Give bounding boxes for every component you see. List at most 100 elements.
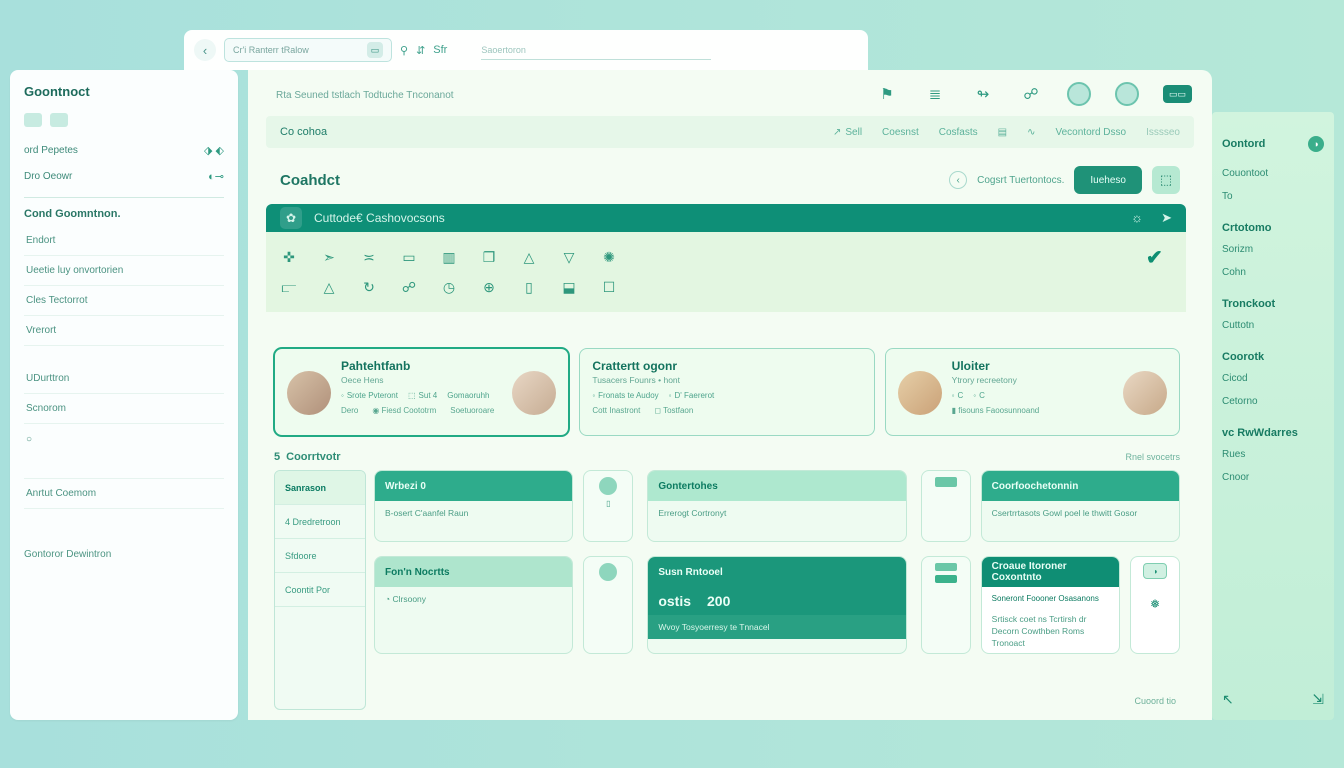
sparkle-icon[interactable]: ✺ (600, 248, 618, 266)
left-panel: Goontnoct ord Pepetes ⬗ ⬖ Dro Oeowr ◐⊸ C… (10, 70, 238, 720)
left-list-item[interactable]: Cles Tectorrot (24, 286, 224, 316)
side-tile[interactable]: ◑ ❅ (1130, 556, 1180, 654)
left-nav-item[interactable]: Dro Oeowr ◐⊸ (24, 163, 224, 189)
primary-button[interactable]: Iueheso (1074, 166, 1142, 194)
mini-nav-item[interactable]: Sfdoore (275, 539, 365, 573)
left-list-item[interactable]: Vrerort (24, 316, 224, 346)
refresh-icon[interactable]: ↻ (360, 278, 378, 296)
prev-button[interactable]: ‹ (949, 171, 967, 189)
left-nav-item[interactable]: ord Pepetes ⬗ ⬖ (24, 137, 224, 163)
section-link[interactable]: Rnel svocetrs (1125, 452, 1180, 462)
rail-item[interactable]: Cnoor (1222, 466, 1324, 489)
side-tile[interactable] (921, 470, 971, 542)
left-list-item[interactable]: Ueetie luy onvortorien (24, 256, 224, 286)
mini-nav-item[interactable]: Coontit Por (275, 573, 365, 607)
rail-pin-icon[interactable]: ⇲ (1312, 691, 1324, 708)
secondary-icon-button[interactable]: ⬚ (1152, 166, 1180, 194)
toolbar-chip[interactable]: Sfr (433, 44, 447, 56)
card-name: Pahtehtfanb (341, 359, 502, 373)
copy-icon[interactable]: ❐ (480, 248, 498, 266)
back-button[interactable]: ‹ (194, 39, 216, 61)
profile-card[interactable]: Uloiter Ytrory recreetony ◦ C ◦ C ▮ fiso… (885, 348, 1180, 436)
people-icon[interactable]: ☍ (400, 278, 418, 296)
card-icon[interactable]: ▭ (400, 248, 418, 266)
warning-icon[interactable]: △ (320, 278, 338, 296)
tile[interactable]: Wrbezi 0 B-osert C'aanfel Raun (374, 470, 573, 542)
ribbon-action-send-icon[interactable]: ➤ (1161, 210, 1172, 226)
tile[interactable]: Susn Rntooel ostis200 Wvoy Tosyoerresy t… (647, 556, 906, 654)
side-tile[interactable] (583, 556, 633, 654)
rail-item[interactable]: Couontoot (1222, 162, 1324, 185)
rail-title-icon[interactable]: ◑ (1308, 136, 1324, 152)
filter-icon[interactable]: ≍ (360, 248, 378, 266)
rail-item[interactable]: Cicod (1222, 367, 1324, 390)
card-foot: Soetuoroare (450, 406, 494, 415)
list-icon[interactable]: ≣ (923, 82, 947, 106)
tile-header: Gontertohes (648, 471, 905, 501)
context-action[interactable]: Cosfasts (939, 127, 978, 138)
bell-icon[interactable]: △ (520, 248, 538, 266)
badge[interactable]: ▭▭ (1163, 85, 1192, 103)
cart-icon[interactable]: ☐ (600, 278, 618, 296)
tile[interactable]: Fon'n Nocrtts ◔ Clrsoony (374, 556, 573, 654)
tile[interactable]: Coorfoochetonnin Csertrrtasots Gowl poel… (981, 470, 1180, 542)
avatar-1[interactable] (1067, 82, 1091, 106)
send-icon[interactable]: ➣ (320, 248, 338, 266)
column-icon[interactable]: ▥ (440, 248, 458, 266)
toolbar-chip[interactable]: ⇵ (416, 44, 425, 57)
funnel-icon[interactable]: ▽ (560, 248, 578, 266)
card-foot: ◉ Fiesd Coototrm (372, 406, 436, 415)
download-icon[interactable]: ⬓ (560, 278, 578, 296)
card-chip: ◦ Srote Pvteront (341, 391, 398, 400)
context-action[interactable]: ∿ (1027, 127, 1035, 138)
tile-body: Csertrrtasots Gowl poel le thwitt Gosor (982, 501, 1179, 525)
ribbon-action-sun-icon[interactable]: ☼ (1131, 210, 1143, 226)
side-tile[interactable] (921, 556, 971, 654)
rail-item[interactable]: Cetorno (1222, 390, 1324, 413)
bar-icon (935, 563, 957, 571)
ribbon-title: Cuttode€ Cashovocsons (314, 211, 445, 225)
left-list-item[interactable]: Scnorom (24, 394, 224, 424)
rail-item[interactable]: Sorizm (1222, 238, 1324, 261)
rail-item[interactable]: Cuttotn (1222, 314, 1324, 337)
rail-item[interactable]: Rues (1222, 443, 1324, 466)
tile[interactable]: Croaue Itoroner Coxontnto Soneront Fooon… (981, 556, 1120, 654)
clock-icon[interactable]: ◷ (440, 278, 458, 296)
tile[interactable]: Gontertohes Errerogt Cortronyt (647, 470, 906, 542)
tag-icon[interactable]: ✜ (280, 248, 298, 266)
bar-icon (935, 575, 957, 583)
left-list-item[interactable]: UDurttron (24, 364, 224, 394)
cart-icon[interactable]: ☍ (1019, 82, 1043, 106)
profile-card[interactable]: Crattertt ogonr Tusacers Founrs • hont ◦… (579, 348, 874, 436)
left-list-item[interactable]: ○ (24, 424, 224, 454)
avatar-2[interactable] (1115, 82, 1139, 106)
flag-icon[interactable]: ⚑ (875, 82, 899, 106)
context-action[interactable]: Isssseo (1146, 127, 1180, 138)
control-chip[interactable] (24, 113, 42, 127)
left-list-item[interactable]: Anrtut Coemom (24, 479, 224, 509)
rail-item[interactable]: Cohn (1222, 261, 1324, 284)
mini-nav-item[interactable]: 4 Dredretroon (275, 505, 365, 539)
address-cap-icon[interactable]: ▭ (367, 42, 383, 58)
chart-icon[interactable]: ⫍ (280, 278, 298, 296)
side-tile[interactable]: ▯ (583, 470, 633, 542)
context-action[interactable]: Coesnst (882, 127, 919, 138)
toolbar-chip[interactable]: ⚲ (400, 44, 408, 57)
globe-icon[interactable]: ⊕ (480, 278, 498, 296)
left-list-item[interactable]: Endort (24, 226, 224, 256)
context-action[interactable]: ▤ (998, 127, 1007, 138)
mini-nav-item[interactable]: Sanrason (275, 471, 365, 505)
context-action[interactable]: ↗ Sell (833, 127, 862, 138)
context-action[interactable]: Vecontord Dsso (1055, 127, 1126, 138)
profile-card[interactable]: Pahtehtfanb Oece Hens ◦ Srote Pvteront ⬚… (274, 348, 569, 436)
doc-icon[interactable]: ▯ (520, 278, 538, 296)
address-bar[interactable]: Cr'i Ranterr tRalow ▭ (224, 38, 392, 62)
rail-item[interactable]: To (1222, 185, 1324, 208)
redo-icon[interactable]: ↬ (971, 82, 995, 106)
left-nav-label: Dro Oeowr (24, 171, 72, 182)
search-input[interactable]: Saoertoron (481, 40, 711, 60)
card-foot: Dero (341, 406, 358, 415)
section-count: 5 (274, 451, 280, 463)
control-chip[interactable] (50, 113, 68, 127)
rail-back-icon[interactable]: ↖ (1222, 691, 1234, 708)
